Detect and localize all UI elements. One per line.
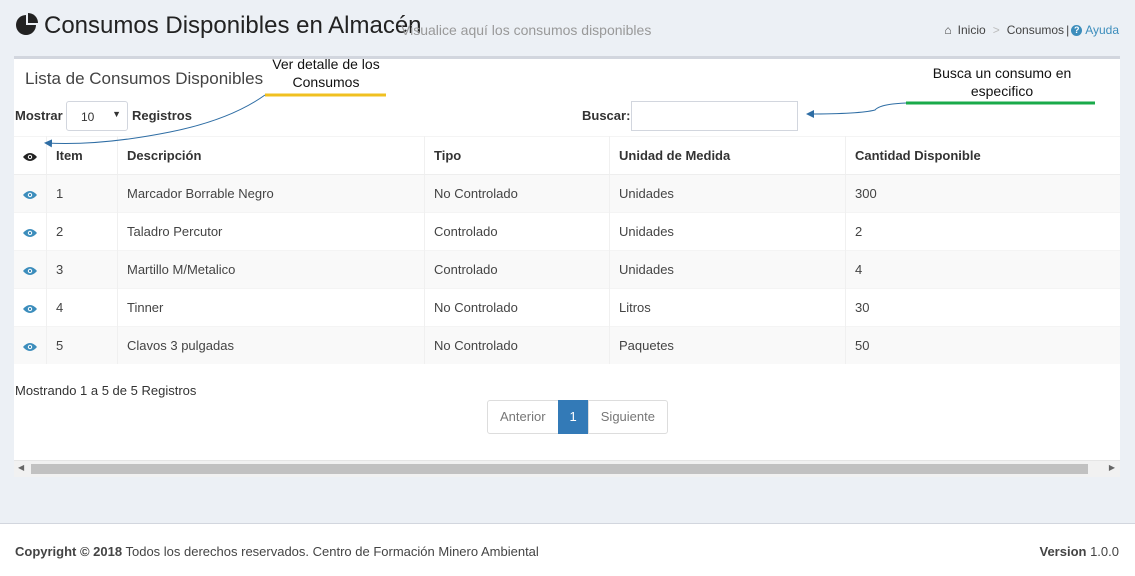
table-row: 2 Taladro Percutor Controlado Unidades 2 <box>14 212 1120 251</box>
column-header-item[interactable]: Item <box>46 136 118 175</box>
eye-icon <box>23 152 37 161</box>
view-detail-cell <box>14 212 47 251</box>
cell-cantidad: 300 <box>845 174 1120 213</box>
cell-cantidad: 30 <box>845 288 1120 327</box>
consumos-table: Item Descripción Tipo Unidad de Medida C… <box>14 136 1120 364</box>
horizontal-scrollbar[interactable]: ◀ ▶ <box>14 460 1120 477</box>
cell-cantidad: 4 <box>845 250 1120 289</box>
copyright: Copyright © 2018 Todos los derechos rese… <box>15 544 539 559</box>
annotation-detail-line2: Consumos <box>292 74 360 90</box>
cell-unidad: Unidades <box>609 174 846 213</box>
copyright-text: Todos los derechos reservados. Centro de… <box>122 544 539 559</box>
page-subtitle: Visualice aquí los consumos disponibles <box>401 22 652 38</box>
annotation-search-line1: Busca un consumo en <box>932 65 1072 81</box>
cell-unidad: Unidades <box>609 212 846 251</box>
annotation-detail-text: Ver detalle de los Consumos <box>262 55 390 91</box>
box-title: Lista de Consumos Disponibles <box>25 69 264 88</box>
current-page-button[interactable]: 1 <box>557 400 589 434</box>
annotation-detail-line1: Ver detalle de los <box>272 56 380 72</box>
scroll-right-icon[interactable]: ▶ <box>1109 463 1115 472</box>
eye-icon[interactable] <box>23 190 37 200</box>
cell-tipo: No Controlado <box>424 288 610 327</box>
search-label: Buscar: <box>582 108 631 123</box>
cell-descripcion: Clavos 3 pulgadas <box>117 326 425 364</box>
eye-icon[interactable] <box>23 304 37 314</box>
footer: Copyright © 2018 Todos los derechos rese… <box>0 523 1135 576</box>
breadcrumb: ⌂ Inicio > Consumos | ? Ayuda <box>944 23 1119 37</box>
cell-unidad: Paquetes <box>609 326 846 364</box>
breadcrumb-divider: | <box>1066 23 1070 37</box>
cell-item: 4 <box>46 288 118 327</box>
table-row: 1 Marcador Borrable Negro No Controlado Uni… <box>14 174 1120 213</box>
cell-descripcion: Tinner <box>117 288 425 327</box>
eye-icon[interactable] <box>23 342 37 352</box>
cell-tipo: Controlado <box>424 212 610 251</box>
cell-item: 3 <box>46 250 118 289</box>
view-detail-cell <box>14 250 47 289</box>
consumos-box: Lista de Consumos Disponibles Mostrar 10… <box>14 56 1120 477</box>
length-suffix: Registros <box>132 108 192 123</box>
help-link[interactable]: ? Ayuda <box>1071 23 1119 37</box>
version: Version 1.0.0 <box>1040 544 1120 559</box>
column-header-unidad[interactable]: Unidad de Medida <box>609 136 846 175</box>
cell-item: 1 <box>46 174 118 213</box>
cell-item: 5 <box>46 326 118 364</box>
table-row: 4 Tinner No Controlado Litros 30 <box>14 288 1120 327</box>
next-page-button[interactable]: Siguiente <box>587 400 668 434</box>
content-header: Consumos Disponibles en Almacén Visualic… <box>0 0 1135 56</box>
column-header-tipo[interactable]: Tipo <box>424 136 610 175</box>
pagination: Anterior 1 Siguiente <box>487 400 668 434</box>
table-header-row: Item Descripción Tipo Unidad de Medida C… <box>14 136 1120 175</box>
pie-chart-icon <box>16 13 38 35</box>
page-length-select[interactable]: 10 ▼ <box>66 101 128 131</box>
cell-unidad: Litros <box>609 288 846 327</box>
column-header-cantidad[interactable]: Cantidad Disponible <box>845 136 1120 175</box>
eye-icon[interactable] <box>23 266 37 276</box>
breadcrumb-separator: > <box>992 23 1000 37</box>
help-icon: ? <box>1071 24 1083 36</box>
cell-unidad: Unidades <box>609 250 846 289</box>
table-row: 3 Martillo M/Metalico Controlado Unidades 4 <box>14 250 1120 289</box>
view-detail-cell <box>14 174 47 213</box>
breadcrumb-current: Consumos <box>1006 23 1065 37</box>
cell-tipo: No Controlado <box>424 326 610 364</box>
cell-descripcion: Martillo M/Metalico <box>117 250 425 289</box>
scroll-left-icon[interactable]: ◀ <box>18 463 24 472</box>
annotation-search-line2: especifico <box>970 83 1034 99</box>
previous-page-button[interactable]: Anterior <box>487 400 559 434</box>
help-label: Ayuda <box>1085 23 1119 37</box>
cell-descripcion: Marcador Borrable Negro <box>117 174 425 213</box>
cell-cantidad: 50 <box>845 326 1120 364</box>
view-detail-cell <box>14 288 47 327</box>
scrollbar-thumb[interactable] <box>31 464 1088 474</box>
annotation-search-text: Busca un consumo en especifico <box>914 64 1090 100</box>
cell-item: 2 <box>46 212 118 251</box>
breadcrumb-home[interactable]: Inicio <box>958 23 986 37</box>
search-input[interactable] <box>631 101 798 131</box>
cell-descripcion: Taladro Percutor <box>117 212 425 251</box>
version-value: 1.0.0 <box>1086 544 1119 559</box>
view-detail-cell <box>14 326 47 364</box>
page-title: Consumos Disponibles en Almacén <box>44 12 422 39</box>
cell-tipo: No Controlado <box>424 174 610 213</box>
column-header-descripcion[interactable]: Descripción <box>117 136 425 175</box>
home-icon: ⌂ <box>944 23 952 37</box>
length-label: Mostrar <box>15 108 63 123</box>
view-column-header <box>14 136 47 175</box>
table-row: 5 Clavos 3 pulgadas No Controlado Paquetes 5… <box>14 326 1120 364</box>
copyright-year: Copyright © 2018 <box>15 544 123 559</box>
cell-cantidad: 2 <box>845 212 1120 251</box>
page-length-value: 10 <box>81 110 95 124</box>
table-info: Mostrando 1 a 5 de 5 Registros <box>15 383 197 398</box>
chevron-down-icon: ▼ <box>112 109 121 119</box>
version-label: Version <box>1039 544 1087 559</box>
eye-icon[interactable] <box>23 228 37 238</box>
cell-tipo: Controlado <box>424 250 610 289</box>
